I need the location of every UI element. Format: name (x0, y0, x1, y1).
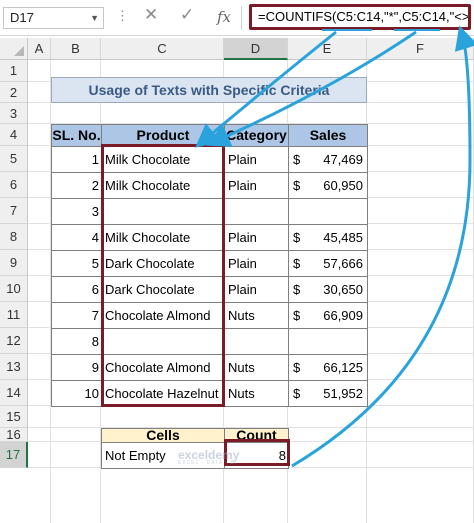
row-header-7[interactable]: 7 (0, 198, 28, 224)
cell-category[interactable]: Plain (224, 276, 289, 303)
row-header-17[interactable]: 17 (0, 442, 28, 468)
cell-sales[interactable]: $45,485 (288, 224, 368, 251)
cell-sales[interactable]: $51,952 (288, 380, 368, 407)
cell-category[interactable] (224, 328, 289, 355)
cell-category[interactable]: Nuts (224, 380, 289, 407)
column-header-f[interactable]: F (367, 38, 474, 60)
cell-category[interactable]: Nuts (224, 354, 289, 381)
cell-category[interactable]: Plain (224, 250, 289, 277)
cell-sl-no[interactable]: 1 (51, 146, 102, 173)
cell-sl-no[interactable]: 2 (51, 172, 102, 199)
cell-sales[interactable]: $66,125 (288, 354, 368, 381)
cell-sl-no[interactable]: 7 (51, 302, 102, 329)
currency-symbol: $ (293, 308, 301, 323)
cell-sl-no[interactable]: 4 (51, 224, 102, 251)
formula-bar-separator (241, 6, 242, 30)
currency-symbol: $ (293, 360, 301, 375)
cell-sales[interactable]: $60,950 (288, 172, 368, 199)
watermark: exceldemy EXCEL · DATA · BI (178, 448, 239, 466)
product-range-highlight (101, 144, 225, 407)
sheet-title: Usage of Texts with Specific Criteria (51, 77, 367, 103)
row-header-16[interactable]: 16 (0, 428, 28, 442)
cell-sales[interactable]: $47,469 (288, 146, 368, 173)
watermark-tagline: EXCEL · DATA · BI (178, 460, 238, 466)
formula-input[interactable]: =COUNTIFS(C5:C14,"*",C5:C14,"<> ") (249, 4, 471, 30)
currency-symbol: $ (293, 230, 301, 245)
name-box[interactable]: D17 ▼ (3, 7, 104, 29)
row-header-1[interactable]: 1 (0, 60, 28, 82)
more-options-icon[interactable]: ⋮ (116, 8, 129, 24)
cell-sales[interactable]: $66,909 (288, 302, 368, 329)
cell-sl-no[interactable]: 5 (51, 250, 102, 277)
currency-symbol: $ (293, 282, 301, 297)
row-header-2[interactable]: 2 (0, 82, 28, 103)
row-header-15[interactable]: 15 (0, 406, 28, 428)
row-header-3[interactable]: 3 (0, 103, 28, 124)
cell-sl-no[interactable]: 6 (51, 276, 102, 303)
row-header-9[interactable]: 9 (0, 250, 28, 276)
column-header-a[interactable]: A (28, 38, 51, 60)
cell-category[interactable] (224, 198, 289, 225)
sales-amount: 45,485 (323, 230, 363, 245)
column-header-d[interactable]: D (224, 38, 288, 60)
sales-amount: 51,952 (323, 386, 363, 401)
row-header-5[interactable]: 5 (0, 146, 28, 172)
table-header-category[interactable]: Category (224, 124, 289, 147)
select-all-corner[interactable] (0, 38, 28, 60)
table-header-sales[interactable]: Sales (288, 124, 368, 147)
cancel-icon[interactable]: ✕ (144, 5, 158, 25)
sales-amount: 60,950 (323, 178, 363, 193)
currency-symbol: $ (293, 386, 301, 401)
currency-symbol: $ (293, 256, 301, 271)
row-header-6[interactable]: 6 (0, 172, 28, 198)
cell-sales[interactable]: $30,650 (288, 276, 368, 303)
cell-category[interactable]: Plain (224, 146, 289, 173)
enter-icon[interactable]: ✓ (180, 5, 194, 25)
cell-sl-no[interactable]: 8 (51, 328, 102, 355)
chevron-down-icon[interactable]: ▼ (90, 8, 99, 28)
cell-sl-no[interactable]: 10 (51, 380, 102, 407)
cell-category[interactable]: Plain (224, 224, 289, 251)
cell-sales[interactable] (288, 198, 368, 225)
column-header-e[interactable]: E (288, 38, 367, 60)
row-header-11[interactable]: 11 (0, 302, 28, 328)
row-header-12[interactable]: 12 (0, 328, 28, 354)
sales-amount: 30,650 (323, 282, 363, 297)
column-header-c[interactable]: C (101, 38, 224, 60)
currency-symbol: $ (293, 152, 301, 167)
formula-bar: D17 ▼ ⋮ ✕ ✓ fx =COUNTIFS(C5:C14,"*",C5:C… (0, 0, 474, 36)
sales-amount: 66,909 (323, 308, 363, 323)
cell-sl-no[interactable]: 9 (51, 354, 102, 381)
cell-sl-no[interactable]: 3 (51, 198, 102, 225)
summary-header-cells[interactable]: Cells (101, 428, 225, 443)
sales-amount: 47,469 (323, 152, 363, 167)
name-box-value: D17 (10, 10, 34, 25)
row-header-14[interactable]: 14 (0, 380, 28, 406)
table-header-sl-no[interactable]: SL. No. (51, 124, 102, 147)
row-header-8[interactable]: 8 (0, 224, 28, 250)
column-header-b[interactable]: B (51, 38, 101, 60)
row-header-4[interactable]: 4 (0, 124, 28, 146)
row-header-13[interactable]: 13 (0, 354, 28, 380)
cell-category[interactable]: Nuts (224, 302, 289, 329)
row-header-10[interactable]: 10 (0, 276, 28, 302)
cell-sales[interactable] (288, 328, 368, 355)
sales-amount: 57,666 (323, 256, 363, 271)
insert-function-icon[interactable]: fx (217, 8, 231, 26)
cell-category[interactable]: Plain (224, 172, 289, 199)
sales-amount: 66,125 (323, 360, 363, 375)
currency-symbol: $ (293, 178, 301, 193)
cell-sales[interactable]: $57,666 (288, 250, 368, 277)
